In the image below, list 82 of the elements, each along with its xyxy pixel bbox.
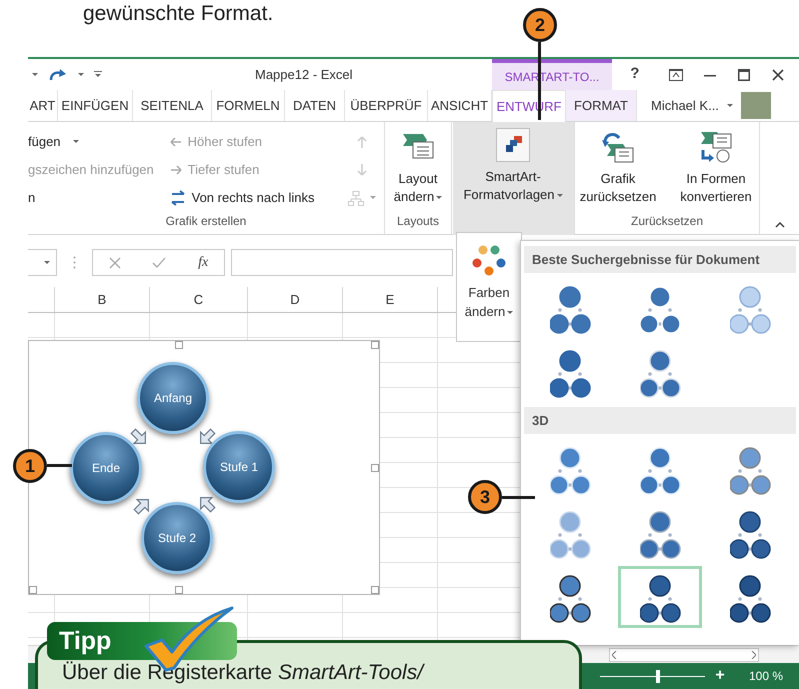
caret-icon [72, 140, 79, 144]
hierarchy-icon [348, 190, 364, 206]
column-header[interactable]: E [343, 287, 438, 312]
ribbon-tab[interactable]: ÜBERPRÜF [345, 90, 428, 121]
ribbon-button[interactable]: In Formen konvertieren [669, 130, 763, 212]
resize-handle[interactable] [175, 341, 183, 349]
caret-icon[interactable] [78, 72, 84, 76]
account-menu[interactable]: Michael K... [651, 90, 733, 121]
caret-icon [726, 104, 733, 108]
more-icon [73, 256, 76, 269]
caret-icon [370, 196, 376, 200]
ribbon-command[interactable]: Von rechts nach links [170, 184, 340, 212]
column-header[interactable]: D [248, 287, 343, 312]
resize-handle[interactable] [371, 586, 379, 594]
caret-icon [507, 310, 514, 315]
resize-handle[interactable] [371, 341, 379, 349]
enter-icon[interactable] [152, 256, 166, 268]
ribbon-command[interactable]: n [28, 184, 170, 212]
group-label: Zurücksetzen [630, 213, 704, 230]
diagram-node[interactable]: Anfang [137, 362, 209, 434]
cancel-icon[interactable] [108, 256, 121, 268]
formula-input[interactable] [231, 249, 453, 276]
ribbon-button[interactable]: SmartArt-Formatvorlagen [452, 122, 574, 235]
right-arrow-icon [170, 164, 182, 176]
ribbon-tab[interactable]: ART [28, 90, 58, 121]
convert-to-shapes-icon [699, 130, 733, 164]
leader-line [47, 464, 72, 467]
group-label: Layouts [396, 213, 440, 230]
maximize-icon[interactable] [738, 68, 750, 80]
ribbon-tab[interactable]: FORMELN [212, 90, 285, 121]
caret-icon [44, 260, 50, 264]
zoom-in-button[interactable]: + [713, 664, 727, 688]
zoom-slider[interactable] [600, 670, 705, 682]
horizontal-scrollbar[interactable] [609, 648, 759, 662]
help-button[interactable]: ? [622, 63, 647, 86]
change-colors-button[interactable]: Farben ändern [456, 232, 522, 342]
redo-icon[interactable] [48, 66, 68, 82]
leader-line [502, 496, 535, 499]
ribbon-tab[interactable]: DATEN [285, 90, 345, 121]
collapse-ribbon-icon[interactable] [774, 222, 784, 228]
resize-handle[interactable] [175, 586, 183, 594]
ribbon-command[interactable]: fügen [28, 128, 170, 156]
caret-icon [436, 196, 442, 200]
ribbon-button[interactable]: Layout ändern [386, 130, 450, 212]
column-header[interactable]: C [150, 287, 248, 312]
reset-graphic-icon [601, 130, 635, 164]
smartart-styles-icon [496, 128, 530, 162]
photo-placeholder [740, 92, 771, 119]
zoom-level: 100 % [748, 668, 783, 685]
book-text: gewünschte Format. [83, 1, 274, 26]
up-arrow-icon [356, 136, 368, 148]
column-header[interactable]: B [55, 287, 150, 312]
ribbon-tab[interactable]: FORMAT [566, 90, 637, 121]
diagram-node[interactable]: Stufe 2 [141, 502, 213, 574]
slider-thumb[interactable] [656, 670, 660, 682]
scroll-left-icon[interactable] [612, 650, 617, 658]
swap-arrows-icon [170, 190, 186, 206]
insert-function-button[interactable]: fx [198, 252, 208, 273]
diagram-node[interactable]: Stufe 1 [203, 431, 275, 503]
ribbon-button[interactable]: Grafik zurücksetzen [571, 130, 665, 212]
tip-text: Über die Registerkarte SmartArt-Tools/ [62, 660, 426, 686]
ribbon-tab[interactable]: EINFÜGEN [58, 90, 133, 121]
scroll-right-icon[interactable] [751, 650, 756, 658]
style-thumbnail[interactable] [618, 566, 702, 628]
resize-handle[interactable] [29, 586, 37, 594]
diagram-node[interactable]: Ende [70, 432, 142, 504]
customize-icon[interactable] [94, 71, 102, 78]
left-arrow-icon [170, 136, 182, 148]
group-label: Grafik erstellen [164, 213, 248, 230]
ribbon-tab[interactable]: SEITENLA [133, 90, 212, 121]
callout-number: 1 [13, 449, 47, 483]
color-dots-icon [472, 245, 506, 277]
close-icon[interactable] [772, 68, 784, 80]
callout-number: 2 [523, 8, 557, 42]
resize-handle[interactable] [371, 464, 379, 472]
gallery-section-header: Beste Suchergebnisse für Dokument [524, 246, 796, 273]
caret-icon[interactable] [32, 72, 38, 76]
down-arrow-icon [356, 164, 368, 176]
caret-icon [556, 194, 563, 198]
window-title: Mappe12 - Excel [255, 66, 354, 84]
gallery-section-header: 3D [524, 407, 796, 434]
restore-ribbon-icon[interactable] [668, 68, 683, 80]
